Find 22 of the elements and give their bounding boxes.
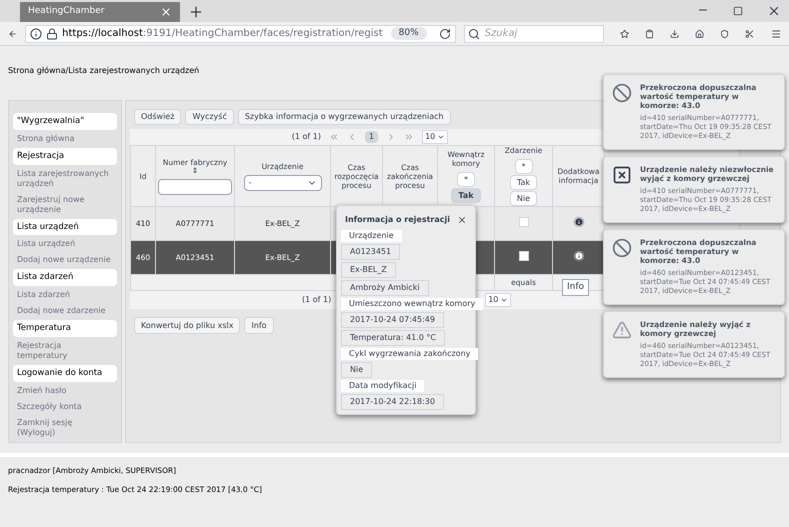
field-value: A0123451 <box>341 244 400 260</box>
paginator-status: (1 of 1) <box>292 131 321 143</box>
field-label: Data modyfikacji <box>341 380 424 392</box>
sidebar-header: "Wygrzewalnia" <box>13 113 117 130</box>
field-value: 2017-10-24 22:18:30 <box>341 394 444 410</box>
sidebar-header: Logowanie do konta <box>13 364 117 382</box>
field-value: Nie <box>341 362 372 378</box>
field-value: Ambroży Ambicki <box>341 280 429 296</box>
paginator-status: (1 of 1) <box>302 294 332 306</box>
field-value: Temperatura: 41.0 °C <box>341 330 446 346</box>
sidebar-header: Rejestracja <box>13 148 117 164</box>
sidebar-header: Lista urządzeń <box>13 218 117 236</box>
field-label: Umieszczono wewnątrz komory <box>341 298 484 310</box>
field-value: 2017-10-24 07:45:49 <box>341 312 444 328</box>
sidebar-header: Temperatura <box>13 320 117 337</box>
breadcrumb: Strona główna/Lista zarejestrowanych urządzeń <box>8 66 200 75</box>
field-label: Urządzenie <box>341 230 402 242</box>
field-value: Ex-BEL_Z <box>341 262 396 278</box>
tooltip: Info <box>562 279 590 296</box>
dialog-title: Informacja o rejestracji <box>345 214 450 226</box>
field-label: Cykl wygrzewania zakończony <box>341 348 478 360</box>
sidebar-header: Lista zdarzeń <box>13 269 117 286</box>
